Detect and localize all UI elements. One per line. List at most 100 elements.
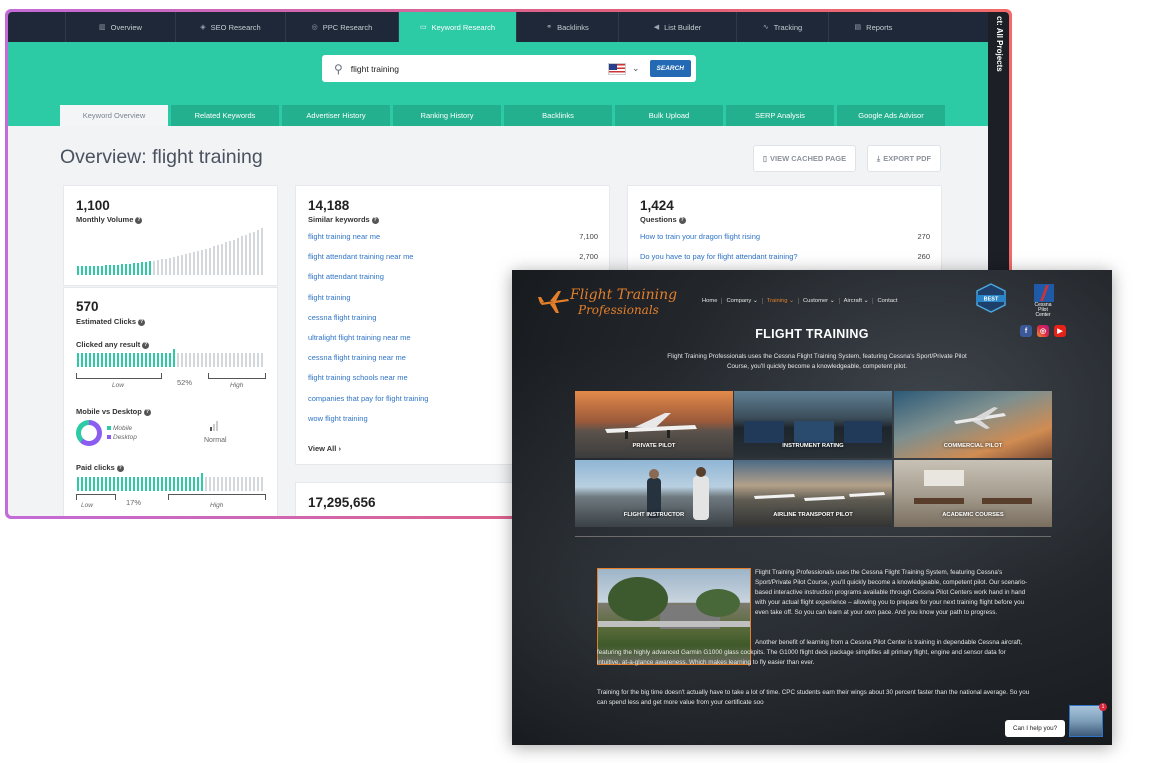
tab-seo-research[interactable]: ◈ SEO Research [175,12,285,42]
bar [249,233,251,275]
body-paragraph-1: Flight Training Professionals uses the C… [755,569,1028,616]
chat-notification-badge: 1 [1099,703,1107,711]
bar [181,477,183,491]
subtab-related-keywords[interactable]: Related Keywords [171,105,279,126]
keyword-link[interactable]: flight training [308,293,351,313]
bar [137,263,139,275]
help-icon[interactable]: ? [371,217,379,224]
bar [257,353,259,367]
nav-training[interactable]: Training ⌄ [763,298,799,304]
tile-airline-transport-pilot[interactable]: AIRLINE TRANSPORT PILOT [734,460,892,527]
tile-instrument-rating[interactable]: INSTRUMENT RATING [734,391,892,458]
search-button[interactable]: SEARCH [649,60,691,77]
chat-agent-avatar[interactable] [1069,705,1103,737]
nav-aircraft[interactable]: Aircraft ⌄ [840,298,874,304]
view-cached-page-button[interactable]: ▯ VIEW CACHED PAGE [753,145,856,172]
paid-clicks-bars [77,473,263,491]
keyword-link[interactable]: ultralight flight training near me [308,333,411,353]
view-all-link[interactable]: View All › [308,444,341,453]
chevron-down-icon[interactable]: ⌄ [632,63,640,74]
competition-normal: Normal [204,437,227,444]
chat-prompt-bubble[interactable]: Can I help you? [1005,720,1066,737]
search-header: ⚲ flight training ⌄ SEARCH Keyword Overv… [8,42,988,126]
keyword-link[interactable]: flight training schools near me [308,373,408,393]
subtab-bulk-upload[interactable]: Bulk Upload [615,105,723,126]
help-icon[interactable]: ? [142,342,150,349]
subtab-keyword-overview[interactable]: Keyword Overview [60,105,168,126]
search-input[interactable]: flight training [351,64,608,74]
help-icon[interactable]: ? [135,217,143,224]
help-icon[interactable]: ? [678,217,686,224]
bar [249,353,251,367]
keyword-link[interactable]: flight training near me [308,232,380,252]
monthly-volume-card: 1,100 Monthly Volume? [63,185,278,286]
tab-list-builder[interactable]: ◀ List Builder [618,12,736,42]
bar [125,353,127,367]
subtab-serp-analysis[interactable]: SERP Analysis [726,105,834,126]
signal-bars-icon [210,421,218,431]
low-bracket [76,373,162,379]
us-flag-icon[interactable] [608,62,626,75]
mobile-desktop-donut [76,420,102,446]
nav-home[interactable]: Home [698,298,723,304]
bar [253,353,255,367]
nav-company[interactable]: Company ⌄ [722,298,763,304]
tab-tracking[interactable]: ∿ Tracking [736,12,828,42]
mobile-swatch [107,426,111,430]
question-link[interactable]: How to train your dragon flight rising [640,232,760,252]
bar [241,236,243,275]
subtab-ranking-history[interactable]: Ranking History [393,105,501,126]
keyword-link[interactable]: companies that pay for flight training [308,394,428,414]
cessna-pilot-center-logo[interactable]: Cessna Pilot Center [1032,284,1054,324]
nav-contact[interactable]: Contact [873,298,901,304]
ftp-intro-text: Flight Training Professionals uses the C… [667,353,967,370]
tile-private-pilot[interactable]: PRIVATE PILOT [575,391,733,458]
tab-overview[interactable]: ▥ Overview [65,12,175,42]
top-navigation: ▥ Overview ◈ SEO Research ◎ PPC Research ▭ K… [8,12,988,42]
subtab-google-ads-advisor[interactable]: Google Ads Advisor [837,105,945,126]
estimated-clicks-label: Estimated Clicks? [76,317,146,326]
page-title: Overview: flight training [60,146,263,168]
tile-commercial-pilot[interactable]: COMMERCIAL PILOT [894,391,1052,458]
export-pdf-button[interactable]: ⤓ EXPORT PDF [867,145,941,172]
keyword-search-bar: ⚲ flight training ⌄ SEARCH [322,55,696,82]
subtab-advertiser-history[interactable]: Advertiser History [282,105,390,126]
bar [237,477,239,491]
bar [229,241,231,275]
keyword-link[interactable]: flight attendant training near me [308,252,413,272]
nav-label: Company [726,298,752,304]
tile-flight-instructor[interactable]: FLIGHT INSTRUCTOR [575,460,733,527]
keyword-link[interactable]: flight attendant training [308,272,384,292]
keyword-link[interactable]: wow flight training [308,414,368,434]
bar [245,235,247,275]
label-text: Monthly Volume [76,215,134,224]
help-icon[interactable]: ? [116,465,124,472]
keyword-link[interactable]: cessna flight training [308,313,376,333]
tab-ppc-research[interactable]: ◎ PPC Research [285,12,398,42]
bar [185,254,187,275]
subtab-backlinks[interactable]: Backlinks [504,105,612,126]
nav-customer[interactable]: Customer ⌄ [799,298,840,304]
tile-caption: FLIGHT INSTRUCTOR [623,512,685,518]
chevron-down-icon: ⌄ [863,298,869,304]
bar [133,263,135,275]
label-text: Mobile vs Desktop [76,407,142,416]
bar [97,353,99,367]
tile-academic-courses[interactable]: ACADEMIC COURSES [894,460,1052,527]
logo-text-line2: Professionals [578,303,659,317]
bar [105,477,107,491]
tab-keyword-research[interactable]: ▭ Keyword Research [398,12,516,42]
bar [113,353,115,367]
keyword-link[interactable]: cessna flight training near me [308,353,406,373]
high-label: High [230,382,244,389]
best-award-badge[interactable]: BEST [974,283,1008,313]
question-row: How to train your dragon flight rising 27… [640,232,930,252]
tab-reports[interactable]: ▤ Reports [828,12,918,42]
tab-backlinks[interactable]: ⚭ Backlinks [516,12,618,42]
help-icon[interactable]: ? [143,409,151,416]
bar [81,266,83,275]
help-icon[interactable]: ? [138,319,146,326]
tag-icon: ◈ [200,24,206,31]
mobile-vs-desktop-label: Mobile vs Desktop? [76,407,151,416]
airplane-logo-icon [538,291,569,313]
